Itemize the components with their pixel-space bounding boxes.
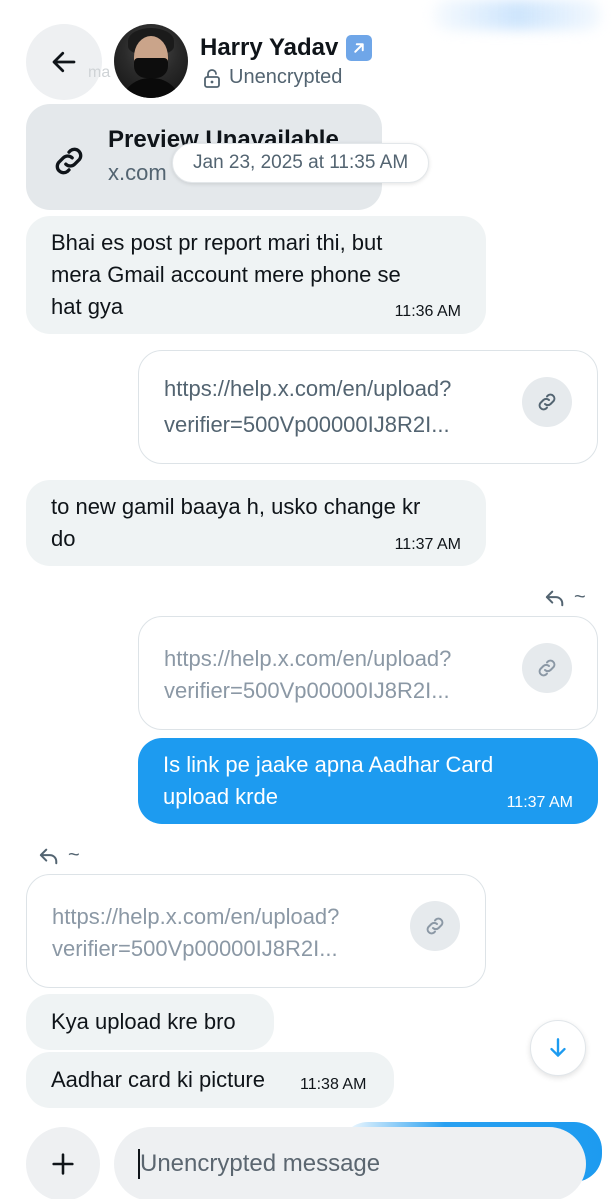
message-line: Is link pe jaake apna Aadhar Card <box>163 752 494 777</box>
top-blur-decoration <box>432 0 602 30</box>
link-icon <box>538 659 556 677</box>
message-time: 11:37 AM <box>394 536 461 553</box>
arrow-up-right-badge-icon <box>346 35 373 61</box>
add-attachment-button[interactable] <box>26 1127 100 1199</box>
link-icon <box>55 147 83 175</box>
link-chip[interactable] <box>410 901 460 951</box>
incoming-message[interactable]: to new gamil baaya h, usko change kr do … <box>26 480 486 566</box>
link-url-line: https://help.x.com/en/upload? <box>164 376 452 401</box>
message-line: hat gya <box>51 294 124 319</box>
incoming-message[interactable]: Aadhar card ki picture 11:38 AM <box>26 1052 394 1108</box>
reply-label: ~ <box>68 844 80 866</box>
reply-arrow-icon <box>39 848 58 864</box>
avatar[interactable] <box>114 24 188 98</box>
message-text: Aadhar card ki picture <box>51 1067 265 1092</box>
link-icon <box>426 917 444 935</box>
link-url-line: https://help.x.com/en/upload? <box>164 646 452 671</box>
reply-indicator: ~ <box>544 586 586 609</box>
link-icon <box>538 393 556 411</box>
message-composer[interactable] <box>114 1127 586 1199</box>
link-url-line: verifier=500Vp00000IJ8R2I... <box>164 678 450 703</box>
incoming-message[interactable]: Bhai es post pr report mari thi, but mer… <box>26 216 486 334</box>
date-divider: Jan 23, 2025 at 11:35 AM <box>172 143 430 183</box>
faint-handle-text: ma <box>88 64 111 81</box>
reply-arrow-icon <box>545 590 564 606</box>
message-line: Bhai es post pr report mari thi, but <box>51 230 383 255</box>
link-chip[interactable] <box>522 377 572 427</box>
link-url-line: https://help.x.com/en/upload? <box>52 904 340 929</box>
message-line: mera Gmail account mere phone se <box>51 262 401 287</box>
unlock-icon <box>204 68 220 88</box>
preview-domain: x.com <box>108 160 167 185</box>
link-card[interactable]: https://help.x.com/en/upload? verifier=5… <box>138 616 598 730</box>
message-text: Kya upload kre bro <box>51 1009 236 1034</box>
reply-label: ~ <box>574 586 586 608</box>
arrow-left-icon <box>52 51 76 73</box>
reply-indicator: ~ <box>38 844 80 867</box>
conversation-title[interactable]: Harry Yadav <box>200 34 373 62</box>
outgoing-message[interactable]: Is link pe jaake apna Aadhar Card upload… <box>138 738 598 824</box>
user-name: Harry Yadav <box>200 34 339 61</box>
arrow-down-icon <box>550 1038 566 1057</box>
plus-icon <box>52 1153 74 1175</box>
message-time: 11:38 AM <box>300 1076 367 1093</box>
message-time: 11:36 AM <box>394 303 461 320</box>
link-card[interactable]: https://help.x.com/en/upload? verifier=5… <box>26 874 486 988</box>
message-time: 11:37 AM <box>506 794 573 811</box>
message-line: do <box>51 526 76 551</box>
encryption-status: Unencrypted <box>203 66 342 89</box>
incoming-message[interactable]: Kya upload kre bro <box>26 994 274 1050</box>
message-line: to new gamil baaya h, usko change kr <box>51 494 421 519</box>
scroll-to-bottom-button[interactable] <box>530 1020 586 1076</box>
back-button[interactable] <box>26 24 102 100</box>
encryption-status-label: Unencrypted <box>229 66 343 88</box>
link-url-line: verifier=500Vp00000IJ8R2I... <box>164 412 450 437</box>
link-chip[interactable] <box>522 643 572 693</box>
link-card[interactable]: https://help.x.com/en/upload? verifier=5… <box>138 350 598 464</box>
message-line: upload krde <box>163 784 278 809</box>
link-url-line: verifier=500Vp00000IJ8R2I... <box>52 936 338 961</box>
message-input[interactable] <box>139 1150 586 1178</box>
